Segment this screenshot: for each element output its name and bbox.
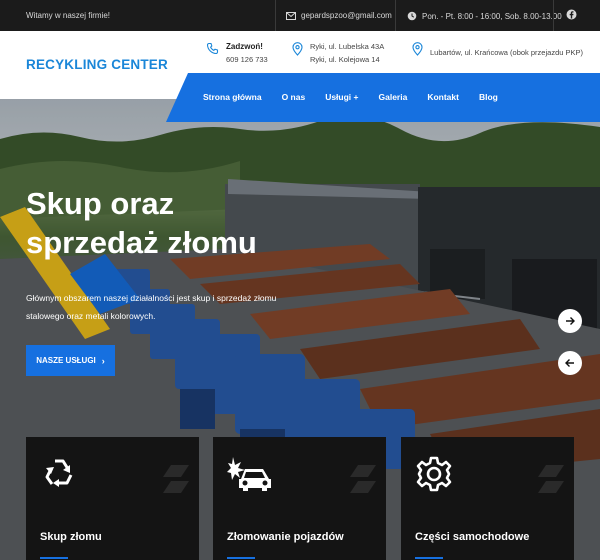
arrow-right-icon xyxy=(566,317,575,325)
email-link[interactable]: gepardspzoo@gmail.com xyxy=(286,11,392,20)
email-text: gepardspzoo@gmail.com xyxy=(301,11,392,20)
phone-icon xyxy=(206,42,219,55)
decorative-stripes-icon xyxy=(350,465,376,493)
hero-title: Skup oraz sprzedaż złomu xyxy=(26,184,306,262)
address-lubartow: Lubartów, ul. Krańcowa (obok przejazdu P… xyxy=(412,40,583,59)
nav-item-contact[interactable]: Kontakt xyxy=(427,92,459,102)
address-text: Lubartów, ul. Krańcowa (obok przejazdu P… xyxy=(430,48,583,57)
map-pin-icon xyxy=(412,42,423,56)
button-label: NASZE USŁUGI xyxy=(36,356,96,365)
nav-item-services[interactable]: Usługi + xyxy=(325,92,358,102)
hero-title-line-1: Skup oraz xyxy=(26,186,175,221)
main-navigation: Strona główna O nas Usługi + Galeria Kon… xyxy=(166,73,600,122)
decorative-stripes-icon xyxy=(163,465,189,493)
nav-item-blog[interactable]: Blog xyxy=(479,92,498,102)
nav-item-home[interactable]: Strona główna xyxy=(203,92,262,102)
opening-hours: Pon. - Pt. 8:00 - 16:00, Sob. 8.00-13.00 xyxy=(407,11,562,21)
next-slide-button[interactable] xyxy=(558,309,582,333)
recycle-icon xyxy=(45,459,73,487)
clock-icon xyxy=(407,11,417,21)
site-logo[interactable]: RECYKLING CENTER xyxy=(26,57,168,72)
envelope-icon xyxy=(286,11,296,20)
call-label: Zadzwoń! xyxy=(226,42,263,51)
divider xyxy=(395,0,396,31)
top-bar: Witamy w naszej firmie! gepardspzoo@gmai… xyxy=(0,0,600,31)
nav-item-about[interactable]: O nas xyxy=(282,92,306,102)
service-card-vehicle-scrapping[interactable]: Złomowanie pojazdów xyxy=(213,437,386,560)
map-pin-icon xyxy=(292,42,303,56)
our-services-button[interactable]: NASZE USŁUGI › xyxy=(26,345,115,376)
hero-subtitle: Głównym obszarem naszej działalności jes… xyxy=(26,293,277,321)
address-line-2: Ryki, ul. Kolejowa 14 xyxy=(310,55,380,64)
service-card-car-parts[interactable]: Części samochodowe xyxy=(401,437,574,560)
gear-icon xyxy=(416,456,452,492)
arrow-left-icon xyxy=(565,359,574,367)
card-accent-bar xyxy=(227,557,255,559)
facebook-icon[interactable] xyxy=(566,9,577,22)
hero-title-line-2: sprzedaż złomu xyxy=(26,225,257,260)
card-title: Złomowanie pojazdów xyxy=(227,531,344,543)
chevron-right-icon: › xyxy=(101,355,105,366)
welcome-text: Witamy w naszej firmie! xyxy=(26,11,111,20)
phone-contact[interactable]: Zadzwoń! 609 126 733 xyxy=(206,40,268,66)
address-ryki: Ryki, ul. Lubelska 43A Ryki, ul. Kolejow… xyxy=(292,40,384,66)
card-accent-bar xyxy=(415,557,443,559)
divider xyxy=(275,0,276,31)
decorative-stripes-icon xyxy=(538,465,564,493)
divider xyxy=(553,0,554,31)
card-accent-bar xyxy=(40,557,68,559)
prev-slide-button[interactable] xyxy=(558,351,582,375)
service-card-scrap-buying[interactable]: Skup złomu xyxy=(26,437,199,560)
hours-text: Pon. - Pt. 8:00 - 16:00, Sob. 8.00-13.00 xyxy=(422,11,562,21)
phone-number: 609 126 733 xyxy=(226,55,268,64)
car-crash-icon xyxy=(227,457,271,491)
card-title: Części samochodowe xyxy=(415,531,530,543)
card-title: Skup złomu xyxy=(40,531,102,543)
nav-item-gallery[interactable]: Galeria xyxy=(379,92,408,102)
address-line-1: Ryki, ul. Lubelska 43A xyxy=(310,42,385,51)
